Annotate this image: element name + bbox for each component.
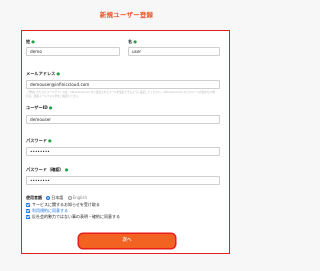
last-name-input[interactable]: demo — [26, 47, 120, 56]
radio-english[interactable] — [67, 195, 72, 200]
last-name-label: 姓● — [26, 39, 35, 44]
required-indicator: ● — [48, 105, 53, 110]
email-note: ご登録いただいたメールアドレスは、infinicloud.com から送信される… — [26, 91, 215, 98]
radio-japanese[interactable] — [46, 195, 51, 200]
language-label: 使用言語 — [26, 195, 42, 200]
user-id-input[interactable]: demouser — [26, 115, 220, 124]
language-selector: 使用言語 日本語 English — [26, 195, 87, 201]
checkbox[interactable] — [26, 214, 30, 219]
first-name-input[interactable]: user — [128, 47, 220, 56]
first-name-label: 名● — [128, 39, 137, 44]
page-title: 新規ユーザー登録 — [99, 11, 154, 19]
radio-japanese-label: 日本語 — [51, 195, 64, 200]
password-label: パスワード● — [26, 138, 52, 143]
checkbox-label: 反社会的勢力ではない事の表明・確約に同意する — [32, 214, 120, 219]
checkbox-label: サービスに関するお知らせを受け取る — [32, 202, 100, 207]
next-button[interactable]: 次へ — [79, 234, 175, 248]
email-input[interactable]: demouser@infiniccloud.com — [26, 80, 220, 89]
email-label: メールアドレス● — [26, 71, 60, 76]
required-indicator: ● — [133, 39, 137, 44]
checkbox[interactable] — [26, 208, 30, 213]
terms-link[interactable]: 利用規約に同意する — [32, 208, 68, 213]
checkbox[interactable] — [26, 202, 30, 207]
registration-form: 姓● demo 名● user メールアドレス● demouser@infini… — [26, 35, 226, 230]
checkbox-row-antisocial[interactable]: 反社会的勢力ではない事の表明・確約に同意する — [26, 214, 120, 220]
required-indicator: ● — [47, 138, 52, 143]
user-id-label: ユーザーID● — [26, 105, 53, 110]
password-confirm-label: パスワード（確認）● — [26, 167, 69, 172]
required-indicator: ● — [64, 167, 69, 172]
password-input[interactable]: •••••••• — [26, 147, 220, 156]
radio-english-label: English — [72, 195, 88, 200]
required-indicator: ● — [31, 39, 35, 44]
password-confirm-input[interactable]: •••••••• — [26, 176, 220, 185]
required-indicator: ● — [56, 71, 60, 76]
